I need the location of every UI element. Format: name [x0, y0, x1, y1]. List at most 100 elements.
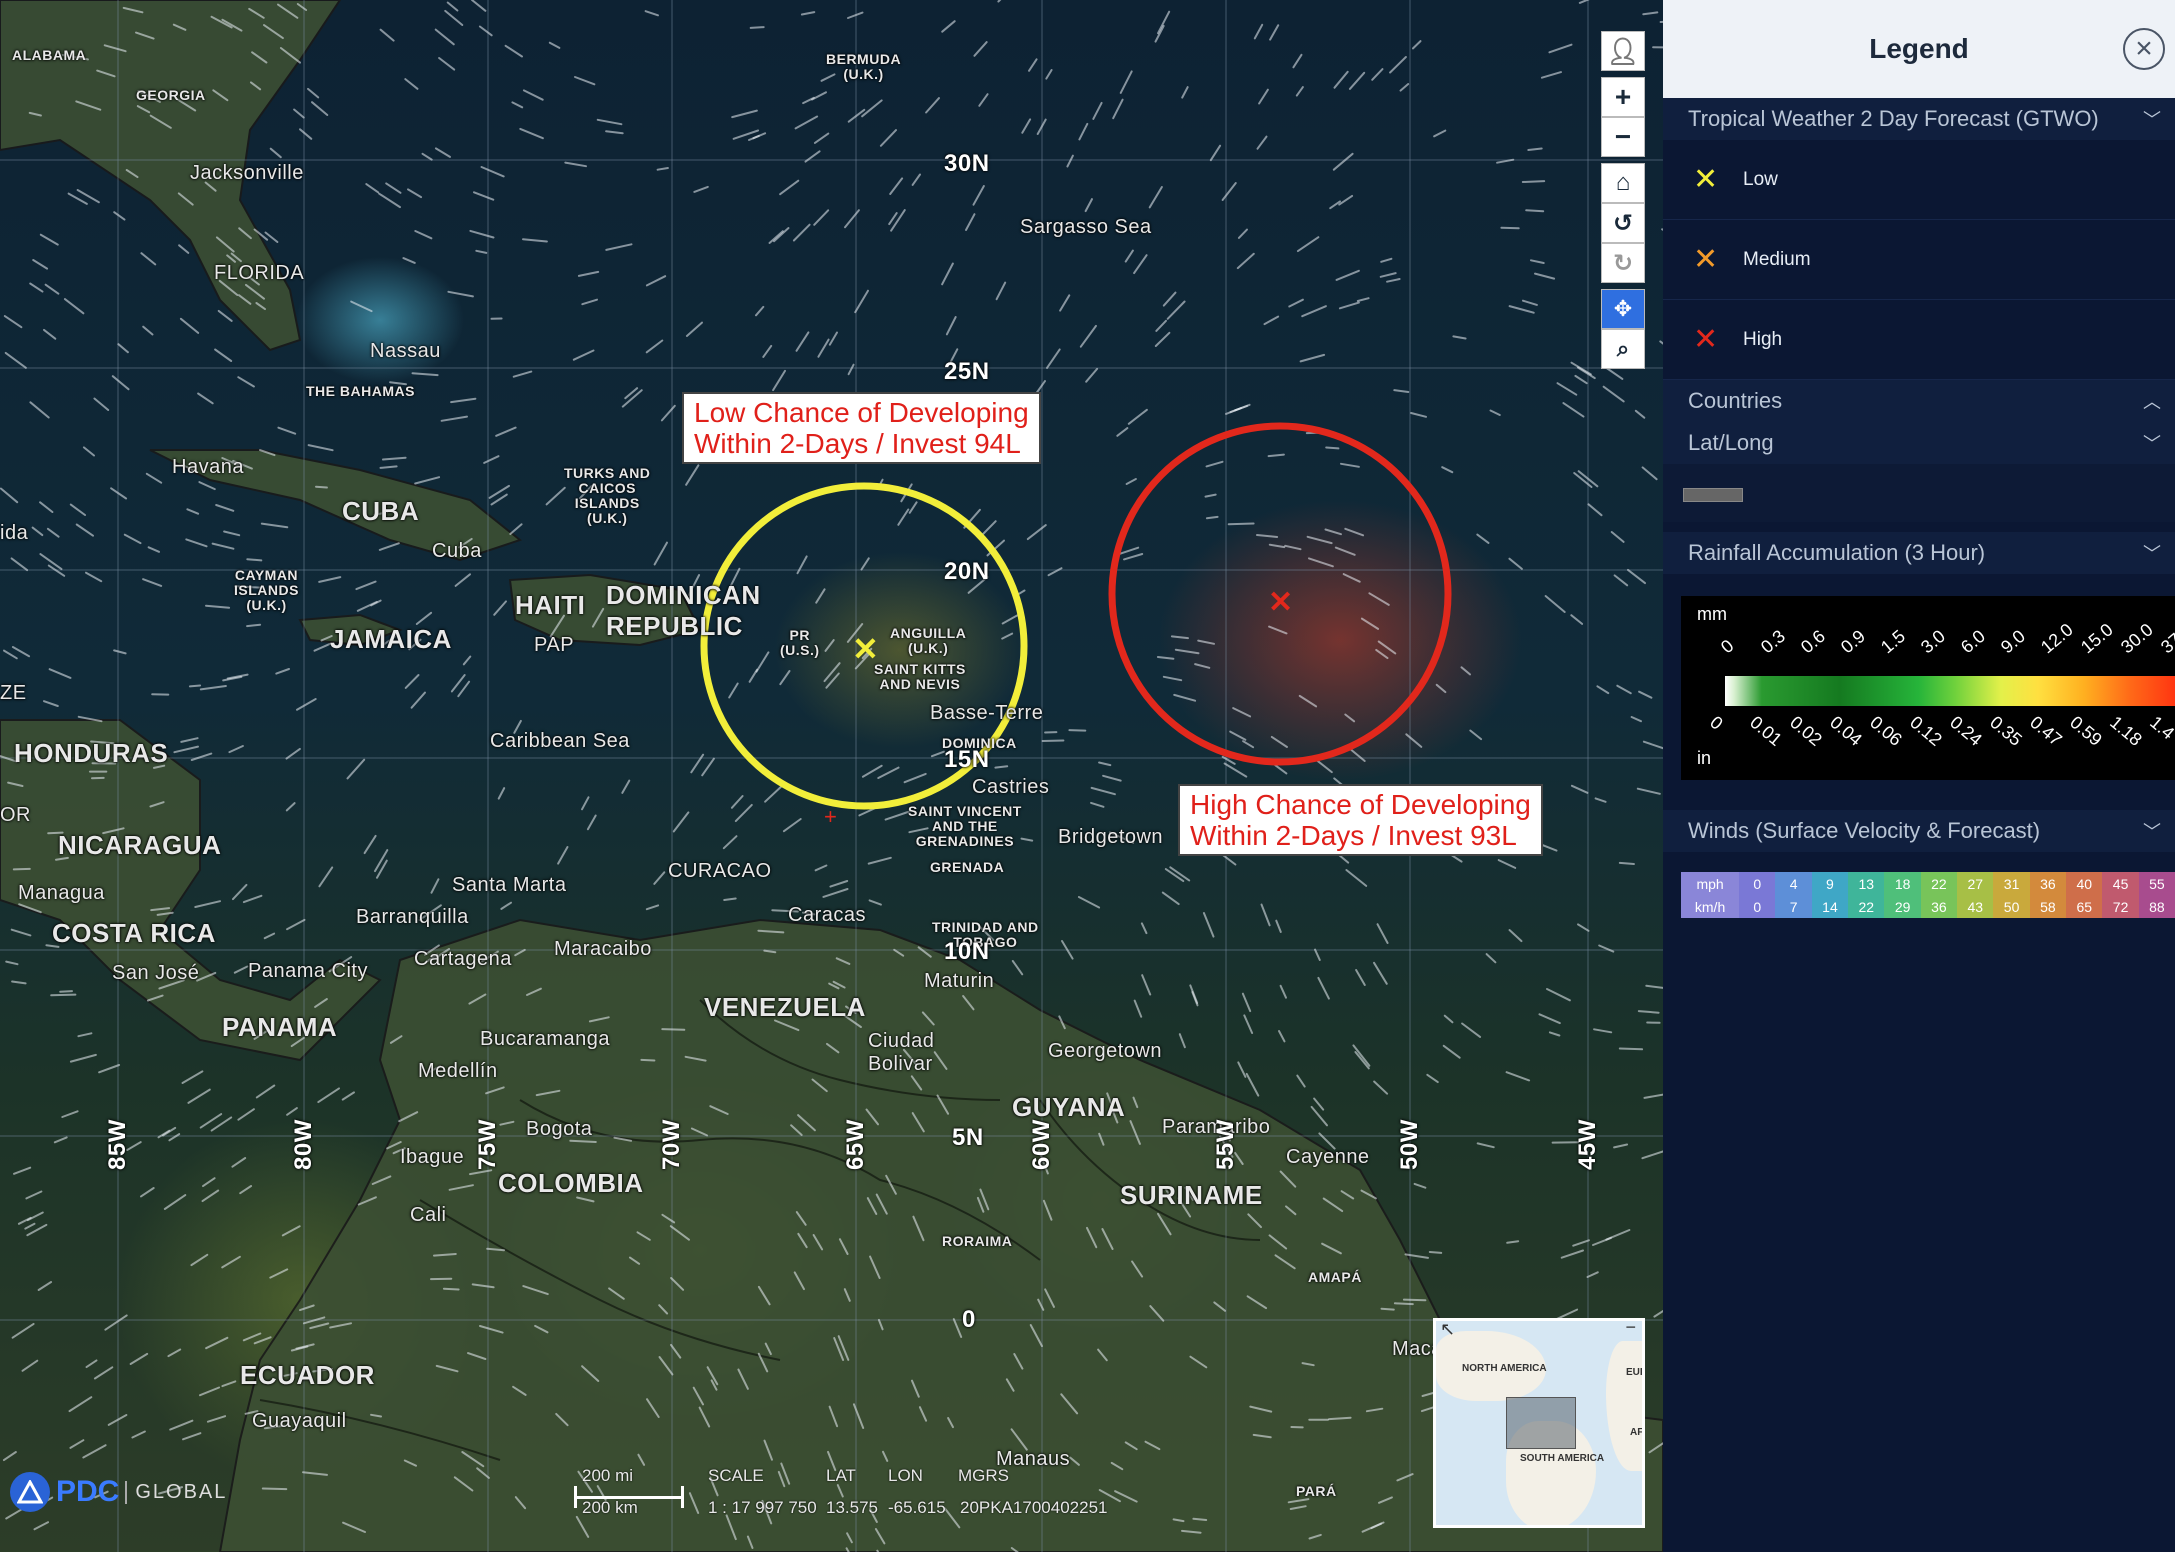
wind-mph-value: 4 [1789, 875, 1798, 892]
redo-button[interactable]: ↻ [1601, 243, 1645, 283]
place-label: San José [112, 962, 200, 984]
chevron-down-icon: ﹀ [2143, 544, 2161, 564]
street-view-button[interactable]: 👤︎ [1601, 31, 1645, 71]
x-marker-icon: ✕ [1693, 163, 1719, 196]
legend-header: Legend × [1663, 0, 2175, 98]
wind-scale-cell: 22 36 [1920, 872, 1958, 918]
zoom-out-icon: − [1614, 121, 1632, 152]
wind-kmh-value: 22 [1858, 898, 1875, 915]
rainfall-section-header[interactable]: Rainfall Accumulation (3 Hour) ﹀ [1663, 532, 2175, 574]
undo-button[interactable]: ↺ [1601, 203, 1645, 243]
country-label: ALABAMA [12, 47, 87, 63]
place-label: Sargasso Sea [1020, 216, 1152, 238]
countries-section-header[interactable]: Countries ︿ [1663, 380, 2175, 422]
longitude-label: 75W [474, 1119, 501, 1170]
latlong-section-header[interactable]: Lat/Long ﹀ [1663, 422, 2175, 464]
rain-mm-unit: mm [1697, 604, 1727, 624]
wind-scale-cell: 27 43 [1957, 872, 1994, 918]
storm-overlay: ✕ ✕ + [700, 422, 1452, 829]
pan-button[interactable]: ✥ [1601, 289, 1645, 329]
gtwo-item-medium: ✕ Medium [1663, 220, 2175, 300]
latitude-label: 30N [944, 150, 990, 177]
rain-in-tick: 0.59 [2066, 712, 2106, 750]
close-icon: × [2135, 32, 2153, 65]
pdc-logo: PDC GLOBAL [10, 1472, 227, 1512]
wind-mph-value: 27 [1967, 875, 1984, 892]
wind-kmh-value: 88 [2149, 898, 2165, 915]
zoom-in-button[interactable]: + [1601, 77, 1645, 117]
wind-kmh-value: 7 [1789, 898, 1798, 915]
home-button[interactable]: ⌂ [1601, 163, 1645, 203]
x-marker-icon: ✕ [1693, 243, 1719, 276]
rain-in-tick: 0.47 [2026, 712, 2066, 750]
low-chance-callout: Low Chance of Developing Within 2-Days /… [682, 392, 1041, 464]
gtwo-item-low: ✕ Low [1663, 140, 2175, 220]
place-label: Castries [972, 776, 1050, 798]
scale-value: 1 : 17 997 750 [708, 1498, 817, 1517]
zoom-box-button[interactable]: ⌕ [1601, 329, 1645, 369]
rain-in-tick: 0.02 [1786, 712, 1826, 750]
latlong-swatch [1663, 464, 2175, 522]
wind-kmh-value: 0 [1753, 898, 1762, 915]
place-label: ida [0, 522, 29, 544]
legend-title: Legend [1869, 33, 1969, 64]
rain-in-tick: 0 [1706, 712, 1727, 734]
rain-in-tick: 0.06 [1866, 712, 1906, 750]
gtwo-section-header[interactable]: Tropical Weather 2 Day Forecast (GTWO) ﹀ [1663, 98, 2175, 140]
latitude-label: 20N [944, 558, 990, 585]
person-icon: 👤︎ [1606, 35, 1640, 66]
chevron-up-icon: ︿ [2143, 392, 2161, 412]
rain-in-tick: 0.24 [1946, 712, 1986, 750]
country-label: ANGUILLA (U.K.) [890, 625, 967, 656]
place-label: Havana [172, 456, 244, 478]
latlong-section-title: Lat/Long [1688, 430, 1774, 455]
lat-label: LAT [826, 1466, 856, 1485]
gtwo-list: ✕ Low ✕ Medium ✕ High [1663, 140, 2175, 380]
wind-mph-label: mph [1696, 875, 1724, 892]
place-label: Bogota [526, 1118, 593, 1140]
gtwo-item-label: High [1743, 328, 1783, 350]
latitude-label: 0 [962, 1306, 976, 1333]
country-label: SURINAME [1120, 1180, 1263, 1210]
pan-icon: ✥ [1613, 296, 1633, 321]
wind-kmh-value: 29 [1894, 898, 1911, 915]
rain-in-tick: 1.18 [2106, 712, 2146, 750]
winds-section-title: Winds (Surface Velocity & Forecast) [1688, 818, 2041, 843]
rainfall-scale: mm in 0 0.3 0.6 0.9 1.5 3.0 6.0 9.0 12.0 15.0 30.0… [1681, 596, 2175, 780]
place-label: Ibague [400, 1146, 465, 1168]
place-label: FLORIDA [214, 262, 305, 284]
rain-mm-tick: 0.3 [1757, 625, 1790, 658]
winds-section-header[interactable]: Winds (Surface Velocity & Forecast) ﹀ [1663, 810, 2175, 852]
rain-in-tick: 0.35 [1986, 712, 2026, 750]
country-label: DOMINICAN REPUBLIC [606, 580, 761, 641]
country-label: GEORGIA [136, 87, 206, 103]
country-label: CAYMAN ISLANDS (U.K.) [234, 567, 299, 613]
pdc-text: PDC [56, 1475, 120, 1508]
mgrs-value: 20PKA1700402251 [960, 1498, 1108, 1517]
place-label: Cali [410, 1204, 447, 1226]
rain-mm-tick: 0.9 [1837, 625, 1870, 658]
close-button[interactable]: × [2123, 28, 2165, 70]
latitude-label: 10N [944, 938, 990, 965]
latitude-label: 5N [952, 1124, 984, 1151]
wind-kmh-value: 65 [2076, 898, 2093, 915]
rain-in-tick: 1.4 [2146, 712, 2175, 744]
place-label: PAP [534, 634, 575, 656]
overview-viewport[interactable] [1506, 1397, 1576, 1449]
wind-kmh-value: 14 [1822, 898, 1838, 915]
zoom-out-button[interactable]: − [1601, 117, 1645, 157]
rain-mm-tick: 12.0 [2037, 619, 2077, 658]
wind-kmh-value: 58 [2040, 898, 2056, 915]
country-label: SAINT VINCENT AND THE GRENADINES [908, 803, 1022, 849]
rain-in-tick: 0.04 [1826, 712, 1866, 750]
chevron-down-icon: ﹀ [2143, 434, 2161, 454]
collapse-icon[interactable]: − [1625, 1321, 1636, 1338]
rainfall-gradient-bar [1725, 676, 2175, 706]
zoom-box-icon: ⌕ [1616, 336, 1630, 361]
map-view[interactable]: ✕ ✕ + ALABAMA GEORGIA CUBA JAMAICA HAITI DOMI… [0, 0, 1663, 1552]
overview-map[interactable]: NORTH AMERICA SOUTH AMERICA EUR AFR ↖ − [1433, 1318, 1645, 1528]
undo-icon: ↺ [1612, 209, 1634, 237]
expand-icon[interactable]: ↖ [1440, 1321, 1455, 1340]
wind-mph-value: 45 [2112, 875, 2129, 892]
country-label: NICARAGUA [58, 830, 222, 860]
